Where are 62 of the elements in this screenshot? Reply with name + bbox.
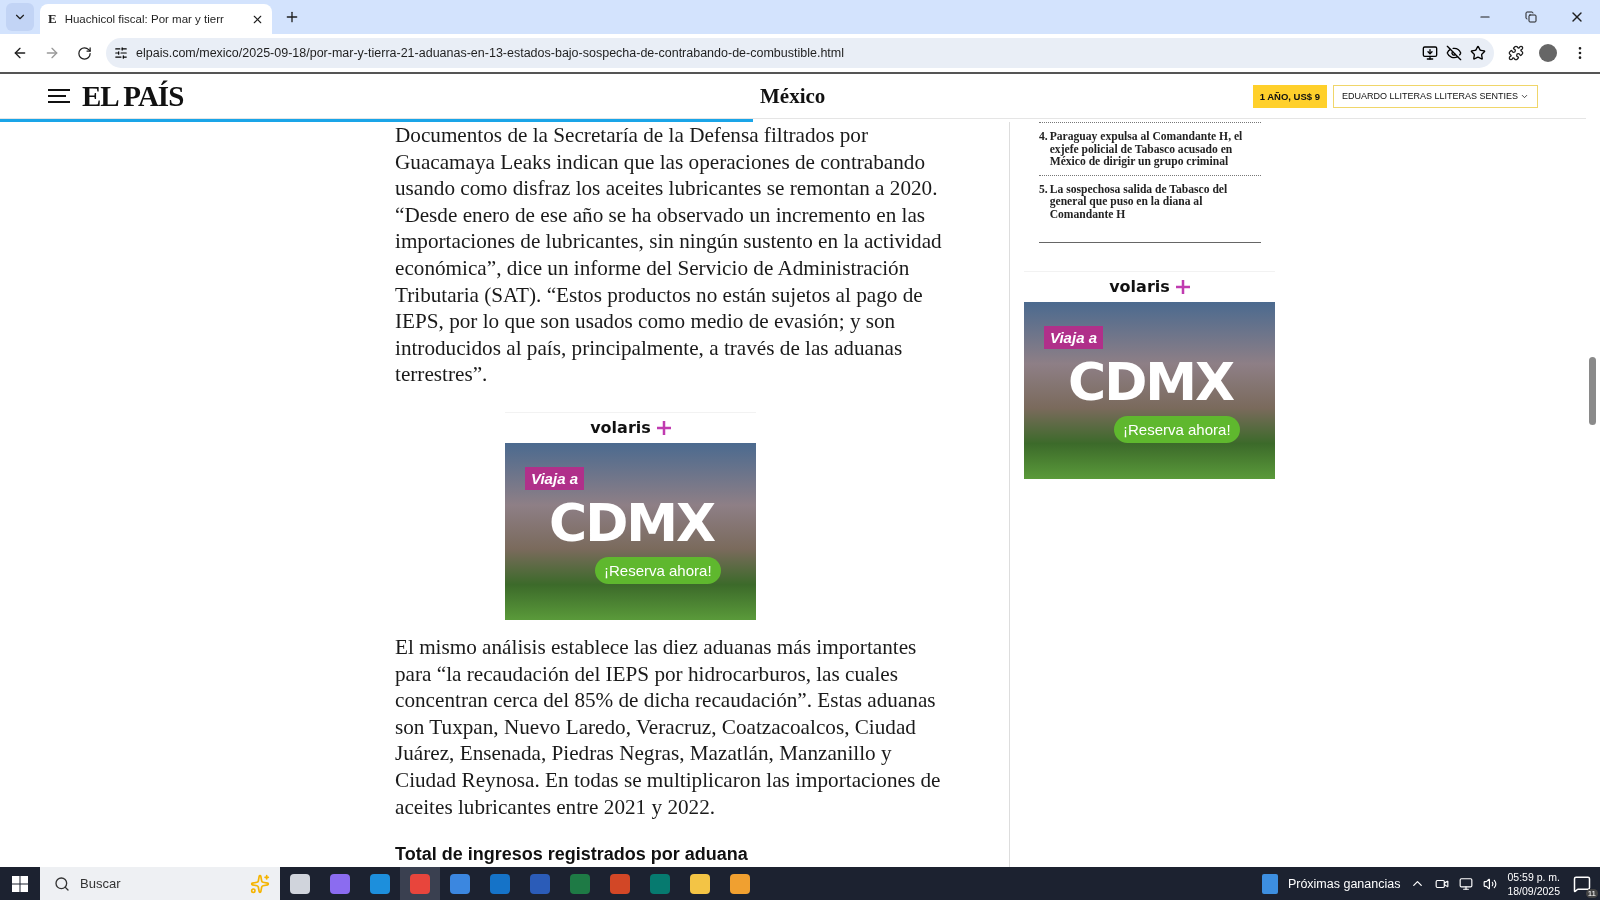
install-app-icon[interactable] [1422, 45, 1438, 61]
ad-tag: Viaja a [525, 466, 584, 490]
section-heading: Total de ingresos registrados por aduana [395, 844, 749, 866]
article-paragraph: Documentos de la Secretaría de la Defensa filtrados por Guacamaya Leaks indican que las operaciones de contrabando usando como disfraz los aceites lubricantes se remontan a 2020. “Desde enero de ese año se ha observado un incremento en las importaciones de lubricantes, sin ningún sustento en la actividad económica”, dice un informe del Servicio de Administración Tributaria (SAT). “Estos productos no están sujetos al pago de IEPS, por lo que son usados como medio de evasión; y son introducidos al país, principalmente, a través de las aduanas terrestres”. [395, 122, 943, 388]
address-bar[interactable]: elpais.com/mexico/2025-09-18/por-mar-y-tierra-21-aduanas-en-13-estados-bajo-sospecha-de-contrabando-de-combustible.html [106, 38, 1494, 68]
ad-headline: CDMX [1068, 351, 1234, 412]
search-icon [54, 875, 70, 892]
restore-icon [1525, 11, 1537, 23]
search-placeholder: Buscar [80, 876, 122, 891]
url-text: elpais.com/mexico/2025-09-18/por-mar-y-tierra-21-aduanas-en-13-estados-bajo-sospecha-de-contrabando-de-combustible.html [136, 46, 845, 60]
ad-brand-logo[interactable]: volaris [590, 412, 671, 443]
ad-tag: Viaja a [1044, 325, 1103, 349]
eye-off-icon[interactable] [1446, 45, 1462, 61]
app-icon [610, 873, 630, 894]
app-icon [290, 873, 310, 894]
browser-tab[interactable]: E Huachicol fiscal: Por mar y tierr [40, 4, 272, 34]
bookmark-star-icon[interactable] [1470, 45, 1486, 61]
app-icon [530, 873, 550, 894]
app-icon [370, 873, 390, 894]
reload-icon [76, 45, 92, 61]
ad-headline: CDMX [549, 492, 715, 553]
app-icon [330, 873, 350, 894]
widget-text[interactable]: Próximas ganancias [1287, 876, 1401, 891]
volume-icon[interactable] [1483, 876, 1498, 891]
notification-icon [1573, 874, 1591, 893]
site-settings-icon[interactable] [114, 46, 128, 60]
clock-date: 18/09/2025 [1507, 883, 1560, 898]
app-icon [450, 873, 470, 894]
user-menu-dropdown[interactable]: EDUARDO LLITERAS LLITERAS SENTIES [1333, 84, 1538, 108]
plus-icon [284, 9, 300, 25]
article-paragraph: El mismo análisis establece las diez aduanas más importantes para “la recaudación del IEPS por hidrocarburos, las cuales concentran cerca del 85% de dicha recaudación”. Estas aduanas son Tuxpan, Nuevo Laredo, Veracruz, Coatzacoalcos, Ciudad Juárez, Ensenada, Piedras Negras, Mazatlán, Manzanillo y Ciudad Reynosa. En todas se multiplicaron las importaciones de aceites lubricantes entre 2021 y 2022. [395, 633, 942, 821]
puzzle-icon [1508, 45, 1524, 61]
ad-brand-logo[interactable]: volaris [1109, 271, 1190, 302]
profile-avatar[interactable] [1539, 44, 1557, 62]
user-name: EDUARDO LLITERAS LLITERAS SENTIES [1342, 91, 1519, 101]
scrollbar-thumb[interactable] [1589, 357, 1596, 425]
most-read-link[interactable]: La sospechosa salida de Tabasco del general que puso en la diana al Comandante H [1049, 183, 1261, 222]
app-icon [690, 873, 710, 894]
app-icon [490, 873, 510, 894]
notification-count: 11 [1585, 888, 1598, 898]
app-icon [650, 873, 670, 894]
forward-arrow-icon [44, 45, 60, 61]
ad-banner-photo[interactable]: Viaja a CDMX ¡Reserva ahora! [1024, 301, 1275, 479]
ad-banner-photo[interactable]: Viaja a CDMX ¡Reserva ahora! [505, 442, 756, 620]
rank-number: 4. [1039, 131, 1048, 145]
app-icon [410, 873, 430, 894]
site-favicon-icon: E [48, 11, 57, 27]
clock-time: 05:59 p. m. [1507, 869, 1560, 884]
most-read-link[interactable]: Paraguay expulsa al Comandante H, el exjefe policial de Tabasco acusado en México de dirigir un grupo criminal [1049, 131, 1261, 169]
section-title[interactable]: México [760, 83, 826, 109]
network-icon[interactable] [1459, 876, 1474, 891]
windows-logo-icon [12, 875, 28, 892]
menu-icon[interactable] [48, 89, 70, 103]
app-icon [730, 873, 750, 894]
clock[interactable]: 05:59 p. m. 18/09/2025 [1507, 869, 1560, 898]
tab-title: Huachicol fiscal: Por mar y tierr [64, 13, 225, 25]
sparkles-icon [250, 873, 270, 894]
subscribe-button[interactable]: 1 AÑO, US$ 9 [1252, 84, 1327, 108]
app-icon [570, 873, 590, 894]
site-logo[interactable]: EL PAÍS [82, 79, 184, 113]
taskbar-search-field[interactable]: Buscar [40, 867, 280, 900]
rank-number: 5. [1039, 183, 1048, 198]
